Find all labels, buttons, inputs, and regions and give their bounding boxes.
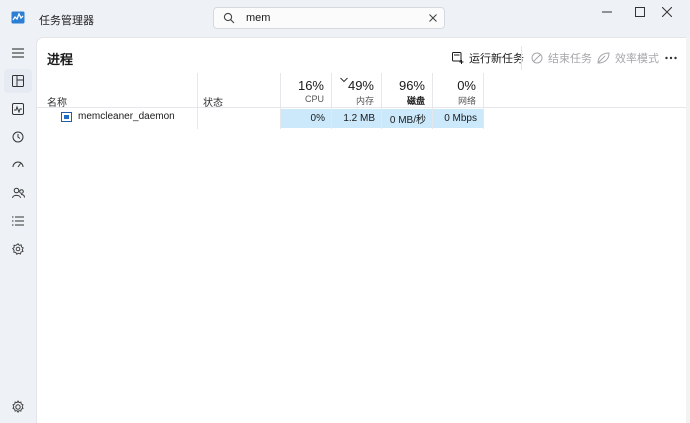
toolbar-divider xyxy=(521,46,522,70)
app-history-icon xyxy=(12,131,24,143)
main-content: 进程 运行新任务 结束任务 效率模式 名称 状态 16% CPU 49% 内存 … xyxy=(36,37,690,423)
scrollbar-track[interactable] xyxy=(686,37,690,423)
memory-percent: 49% xyxy=(347,78,374,93)
nav-processes[interactable] xyxy=(4,69,32,93)
cpu-percent: 16% xyxy=(297,78,324,93)
page-title: 进程 xyxy=(47,52,74,67)
nav-rail xyxy=(0,37,36,423)
network-label: 网络 xyxy=(457,96,476,106)
efficiency-leaf-icon xyxy=(597,52,610,64)
end-task-label: 结束任务 xyxy=(548,53,592,65)
run-new-task-icon xyxy=(452,52,464,64)
run-new-task-label: 运行新任务 xyxy=(469,53,524,65)
nav-details[interactable] xyxy=(4,209,32,233)
nav-services[interactable] xyxy=(4,237,32,261)
column-header-disk[interactable]: 96% 磁盘 xyxy=(381,73,432,108)
process-name-cell: memcleaner_daemon xyxy=(61,111,175,122)
header-divider xyxy=(37,107,690,108)
sort-descending-icon xyxy=(340,77,348,83)
menu-button[interactable] xyxy=(4,41,32,65)
details-icon xyxy=(12,216,24,226)
minimize-icon xyxy=(602,11,612,13)
memory-cell: 1.2 MB xyxy=(332,109,381,128)
network-percent: 0% xyxy=(457,78,476,93)
column-header-cpu[interactable]: 16% CPU xyxy=(280,73,331,108)
end-task-icon xyxy=(531,52,543,64)
window-title: 任务管理器 xyxy=(39,15,94,27)
menu-icon xyxy=(12,48,24,58)
table-row[interactable]: memcleaner_daemon 0% 1.2 MB 0 MB/秒 0 Mbp… xyxy=(37,109,690,128)
search-input[interactable]: mem xyxy=(246,12,270,24)
network-cell: 0 Mbps xyxy=(433,109,483,128)
cpu-cell: 0% xyxy=(281,109,331,128)
column-header-network[interactable]: 0% 网络 xyxy=(432,73,483,108)
column-header-memory[interactable]: 49% 内存 xyxy=(331,73,381,108)
nav-settings[interactable] xyxy=(11,400,25,414)
nav-performance[interactable] xyxy=(4,97,32,121)
run-new-task-button[interactable]: 运行新任务 xyxy=(452,47,524,69)
more-icon xyxy=(665,56,677,60)
services-icon xyxy=(12,243,24,255)
close-button[interactable] xyxy=(644,0,690,24)
process-window-icon xyxy=(61,111,72,122)
more-options-button[interactable] xyxy=(663,48,679,68)
cpu-label: CPU xyxy=(304,94,324,104)
close-icon xyxy=(662,7,672,17)
end-task-button[interactable]: 结束任务 xyxy=(531,47,592,69)
title-bar: 任务管理器 mem xyxy=(0,0,690,37)
performance-icon xyxy=(12,103,24,115)
nav-users[interactable] xyxy=(4,181,32,205)
startup-apps-icon xyxy=(12,161,24,168)
disk-label: 磁盘 xyxy=(406,96,425,106)
settings-icon xyxy=(12,400,24,414)
search-box[interactable]: mem xyxy=(213,7,445,29)
nav-app-history[interactable] xyxy=(4,125,32,149)
nav-startup-apps[interactable] xyxy=(4,153,32,177)
memory-label: 内存 xyxy=(355,96,374,106)
process-name: memcleaner_daemon xyxy=(78,111,175,122)
task-manager-icon xyxy=(11,11,25,24)
disk-percent: 96% xyxy=(398,78,425,93)
search-icon xyxy=(223,12,235,24)
efficiency-mode-button[interactable]: 效率模式 xyxy=(597,47,659,69)
disk-cell: 0 MB/秒 xyxy=(382,109,432,128)
users-icon xyxy=(11,187,25,199)
processes-icon xyxy=(12,75,24,87)
clear-search-icon[interactable] xyxy=(427,12,439,24)
efficiency-mode-label: 效率模式 xyxy=(615,53,659,65)
